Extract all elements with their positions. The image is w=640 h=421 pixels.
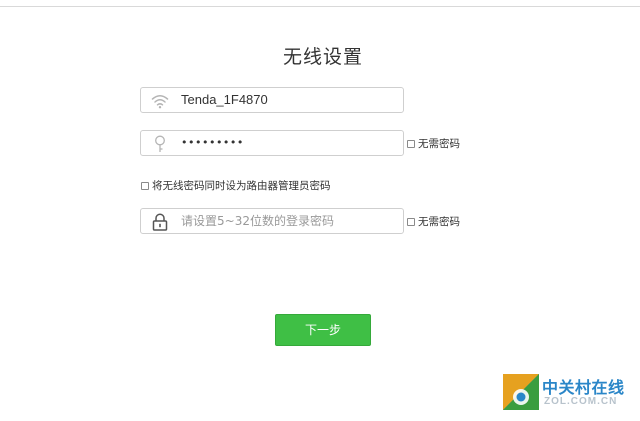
top-divider [0, 0, 640, 7]
admin-no-password-checkbox[interactable] [407, 217, 415, 226]
same-as-admin-checkbox[interactable] [141, 181, 149, 190]
wifi-no-password-checkbox[interactable] [407, 139, 415, 148]
wifi-icon [151, 92, 169, 110]
admin-password-field[interactable]: 请设置5~32位数的登录密码 [140, 208, 404, 234]
next-button[interactable]: 下一步 [275, 314, 371, 346]
same-as-admin-label: 将无线密码同时设为路由器管理员密码 [152, 180, 331, 192]
admin-no-password-label: 无需密码 [418, 216, 460, 228]
same-as-admin-option[interactable]: 将无线密码同时设为路由器管理员密码 [141, 178, 331, 193]
wifi-name-field[interactable]: Tenda_1F4870 [140, 87, 404, 113]
wifi-password-field[interactable]: ••••••••• [140, 130, 404, 156]
admin-password-placeholder[interactable]: 请设置5~32位数的登录密码 [181, 209, 334, 233]
zol-logo [502, 373, 540, 411]
admin-no-password-option[interactable]: 无需密码 [407, 214, 460, 229]
key-icon [151, 135, 169, 153]
wifi-password-value[interactable]: ••••••••• [181, 131, 244, 155]
zol-chinese-name: 中关村在线 [542, 378, 625, 397]
zol-domain: ZOL.COM.CN [544, 396, 618, 407]
wifi-no-password-label: 无需密码 [418, 138, 460, 150]
page-title: 无线设置 [282, 46, 363, 68]
lock-icon [151, 213, 169, 231]
zol-watermark: 中关村在线 ZOL.COM.CN [502, 372, 634, 412]
wireless-settings-page: 无线设置 Tenda_1F4870 ••••••••• 无需密码 将无线密码同时… [0, 0, 640, 421]
wifi-name-value[interactable]: Tenda_1F4870 [181, 88, 268, 112]
wifi-no-password-option[interactable]: 无需密码 [407, 136, 460, 151]
